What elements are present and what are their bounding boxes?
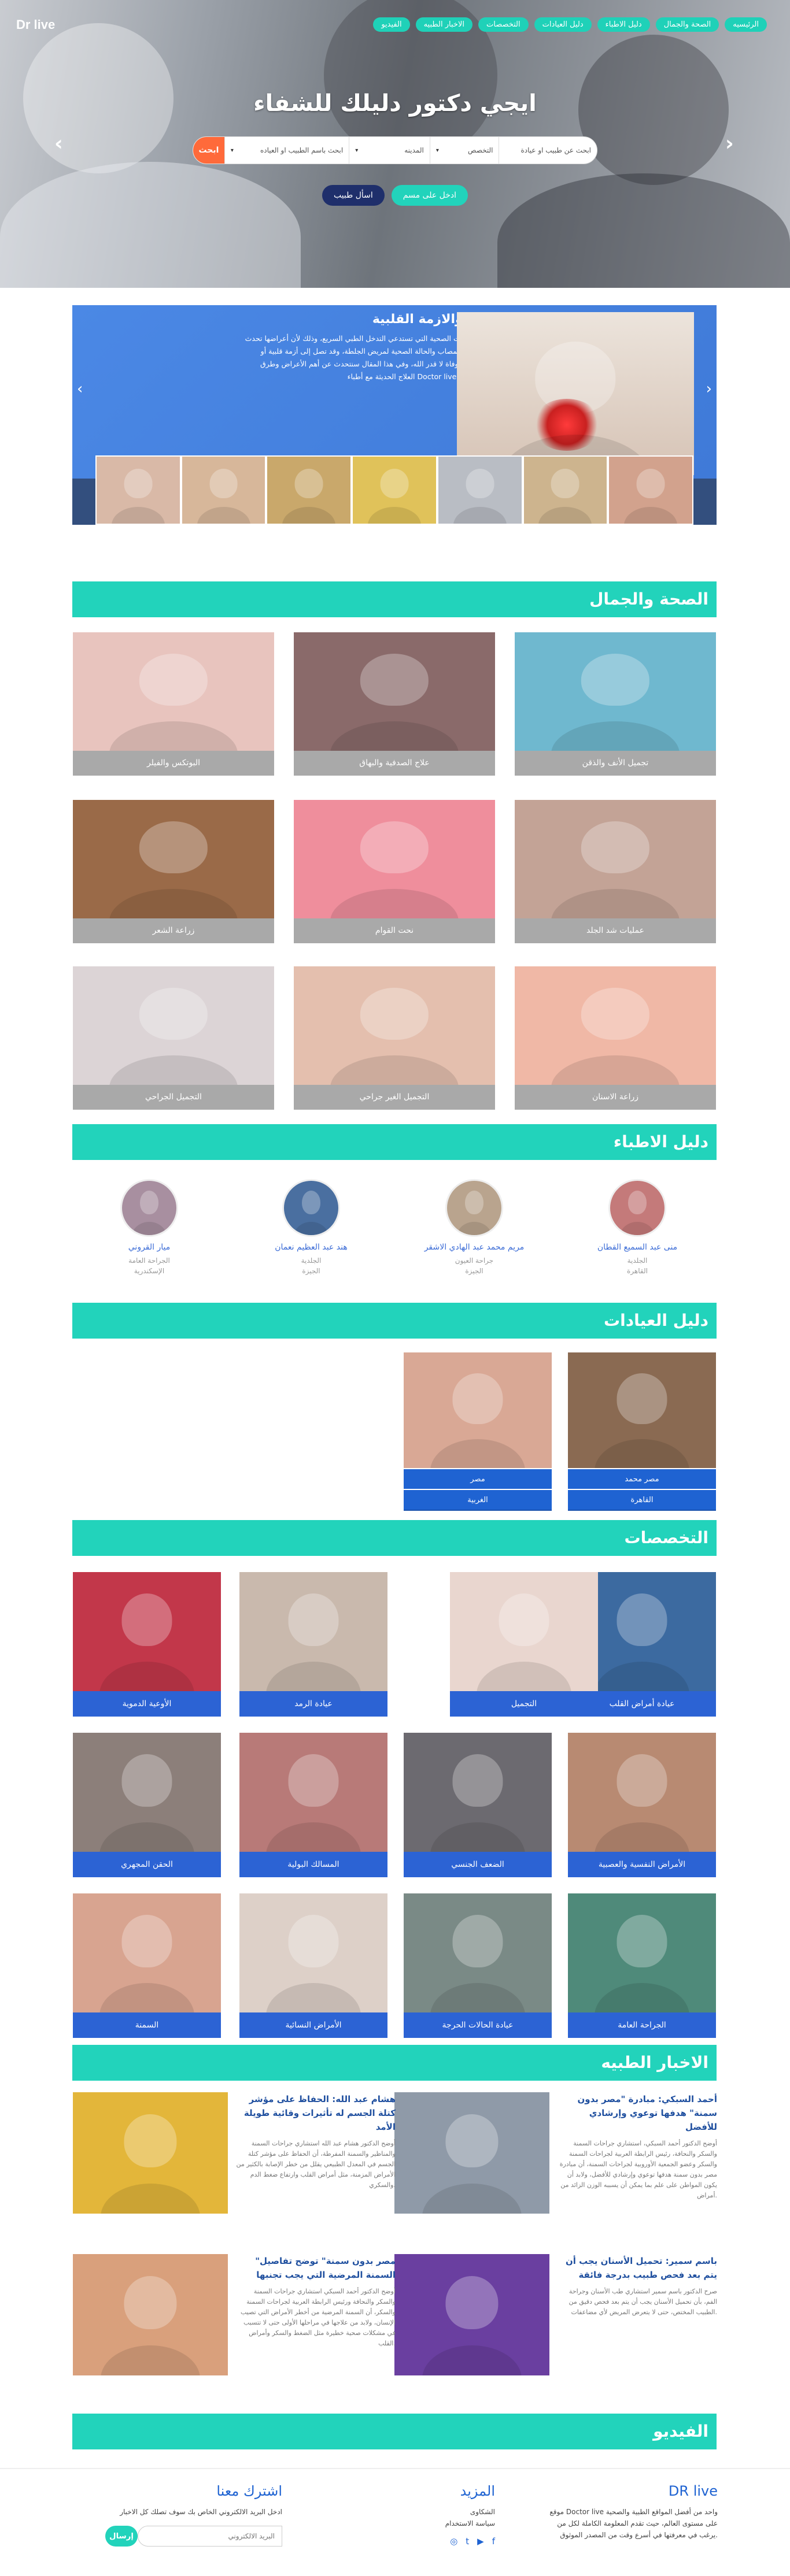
nav-news[interactable]: الاخبار الطبيه	[415, 17, 472, 32]
avatar	[282, 1179, 340, 1237]
footer: DR live موقع Doctor live واحد من أفضل ال…	[0, 2468, 790, 2576]
news-image[interactable]	[73, 2092, 228, 2214]
hero-actions: اسأل طبيب ادخل على مسم	[0, 185, 790, 206]
featured-slider: علاج الجلطة والازمة القلبية الجلطات المخ…	[72, 305, 717, 479]
footer-about: DR live موقع Doctor live واحد من أفضل ال…	[549, 2483, 718, 2539]
usage-policy-link[interactable]: سياسة الاستخدام	[391, 2518, 495, 2529]
specialty-card[interactable]: الأمراض النسائية	[239, 1893, 387, 2038]
specialty-card[interactable]: السمنة	[73, 1893, 221, 2038]
specialty-card[interactable]: عيادة الحالات الحرجة	[404, 1893, 552, 2038]
specialty-card[interactable]: المسالك البولية	[239, 1733, 387, 1877]
subscribe-form: إرسال	[74, 2526, 282, 2547]
doctor-card[interactable]: منى عبد السميع القطان الجلدية القاهرة	[574, 1179, 701, 1276]
footer-subscribe: اشترك معنا ادخل البريد الالكتروني الخاص …	[74, 2483, 282, 2547]
nav-video[interactable]: الفيديو	[373, 17, 410, 32]
nav-doctors[interactable]: دليل الاطباء	[597, 17, 650, 32]
news-item[interactable]: أحمد السبكي: مبادرة "مصر بدون سمنة" هدفه…	[394, 2092, 717, 2254]
news-image[interactable]	[394, 2254, 549, 2375]
beauty-card[interactable]: نحت القوام	[294, 800, 495, 943]
complaints-link[interactable]: الشكاوى	[391, 2506, 495, 2518]
main-nav: الرئيسيه الصحة والجمال دليل الاطباء دليل…	[373, 17, 767, 32]
avatar	[608, 1179, 666, 1237]
section-video-header: الفيديو	[72, 2414, 717, 2449]
section-doctors-header: دليل الاطباء	[72, 1124, 717, 1160]
nav-beauty[interactable]: الصحة والجمال	[655, 17, 719, 32]
search-button[interactable]: ابحث	[193, 137, 224, 164]
beauty-card[interactable]: زراعة الاسنان	[515, 966, 716, 1110]
hero-banner: Dr live الرئيسيه الصحة والجمال دليل الاط…	[0, 0, 790, 288]
doctor-card[interactable]: مريم محمد عبد الهادي الاشقر جراحة العيون…	[411, 1179, 538, 1276]
nav-specialties[interactable]: التخصصات	[478, 17, 529, 32]
beauty-card[interactable]: البوتكس والفيلر	[73, 632, 274, 776]
avatar	[445, 1179, 503, 1237]
specialty-card[interactable]: الحقن المجهري	[73, 1733, 221, 1877]
specialty-card[interactable]: الأمراض النفسية والعصبية	[568, 1733, 716, 1877]
thumbnail[interactable]	[180, 455, 267, 525]
chevron-down-icon: ▾	[435, 147, 439, 154]
section-specialties-header: التخصصات	[72, 1520, 717, 1556]
news-item[interactable]: باسم سمير: تحميل الأسنان يجب أن يتم بعد …	[394, 2254, 717, 2416]
thumbnail[interactable]	[437, 455, 523, 525]
doctor-card[interactable]: هند عبد العظيم نعمان الجلدية الجيزة	[248, 1179, 375, 1276]
chevron-down-icon: ▾	[355, 147, 359, 154]
city-select[interactable]: المدينه ▾	[349, 137, 430, 164]
section-beauty-header: الصحة والجمال	[72, 581, 717, 617]
nav-home[interactable]: الرئيسيه	[725, 17, 767, 32]
site-logo[interactable]: Dr live	[16, 17, 55, 32]
instagram-icon[interactable]: ◎	[450, 2536, 457, 2547]
thumbnail[interactable]	[608, 455, 694, 525]
news-image[interactable]	[394, 2092, 549, 2214]
doctor-card[interactable]: ميار القروني الجراحة العامة الإسكندرية	[86, 1179, 213, 1276]
subscribe-button[interactable]: إرسال	[105, 2526, 138, 2547]
avatar	[120, 1179, 178, 1237]
ask-doctor-button[interactable]: اسأل طبيب	[322, 185, 385, 206]
thumbnail[interactable]	[352, 455, 437, 525]
youtube-icon[interactable]: ▶	[477, 2536, 484, 2547]
search-bar: ابحث عن طبيب او عيادة التخصص ▾ المدينه ▾ ا…	[193, 136, 597, 164]
register-button[interactable]: ادخل على مسم	[391, 185, 468, 206]
specialty-card[interactable]: عيادة الرمد	[239, 1572, 387, 1717]
slider-thumbnails	[72, 455, 717, 525]
beauty-card[interactable]: تجميل الأنف والذقن	[515, 632, 716, 776]
twitter-icon[interactable]: t	[466, 2536, 469, 2547]
beauty-card[interactable]: زراعة الشعر	[73, 800, 274, 943]
slide-image[interactable]	[457, 312, 694, 475]
specialty-card[interactable]: الجراحة العامة	[568, 1893, 716, 2038]
beauty-card[interactable]: التجميل الجراحي	[73, 966, 274, 1110]
slider-prev-icon[interactable]: ‹	[77, 380, 83, 398]
specialty-card[interactable]: الأوعية الدموية	[73, 1572, 221, 1717]
clinic-card[interactable]: مصر الغربية	[404, 1352, 552, 1514]
news-image[interactable]	[73, 2254, 228, 2375]
beauty-card[interactable]: التجميل الغير جراحي	[294, 966, 495, 1110]
beauty-card[interactable]: علاج الصدفية والبهاق	[294, 632, 495, 776]
search-input[interactable]: ابحث عن طبيب او عيادة	[499, 137, 597, 164]
news-item[interactable]: "مصر بدون سمنة" توضح تفاصيل السمنة المرض…	[73, 2254, 396, 2416]
facebook-icon[interactable]: f	[492, 2536, 495, 2547]
footer-more: المزيد الشكاوى سياسة الاستخدام f ▶ t ◎	[391, 2483, 495, 2547]
thumbnail[interactable]	[95, 455, 181, 525]
section-news-header: الاخبار الطبيه	[72, 2045, 717, 2081]
hero-next-arrow-icon[interactable]: ›	[725, 132, 734, 155]
chevron-down-icon: ▾	[230, 147, 234, 154]
hero-title: ايجي دكتور دليلك للشفاء	[253, 90, 537, 117]
specialty-card[interactable]: التجميل	[450, 1572, 598, 1717]
clinic-card[interactable]: مصر محمد القاهرة	[568, 1352, 716, 1514]
name-input[interactable]: ابحث باسم الطبيب او العياده ▾	[224, 137, 349, 164]
specialty-select[interactable]: التخصص ▾	[429, 137, 499, 164]
social-links: f ▶ t ◎	[391, 2536, 495, 2547]
hero-prev-arrow-icon[interactable]: ‹	[54, 132, 63, 155]
slider-next-icon[interactable]: ›	[706, 380, 712, 398]
beauty-card[interactable]: عمليات شد الجلد	[515, 800, 716, 943]
nav-clinics[interactable]: دليل العيادات	[534, 17, 592, 32]
section-clinics-header: دليل العيادات	[72, 1303, 717, 1339]
thumbnail[interactable]	[266, 455, 352, 525]
thumbnail[interactable]	[522, 455, 608, 525]
specialty-card[interactable]: الضعف الجنسي	[404, 1733, 552, 1877]
news-item[interactable]: هشام عبد الله: الحفاظ على مؤشر كتلة الجس…	[73, 2092, 396, 2254]
email-field[interactable]	[138, 2526, 282, 2547]
